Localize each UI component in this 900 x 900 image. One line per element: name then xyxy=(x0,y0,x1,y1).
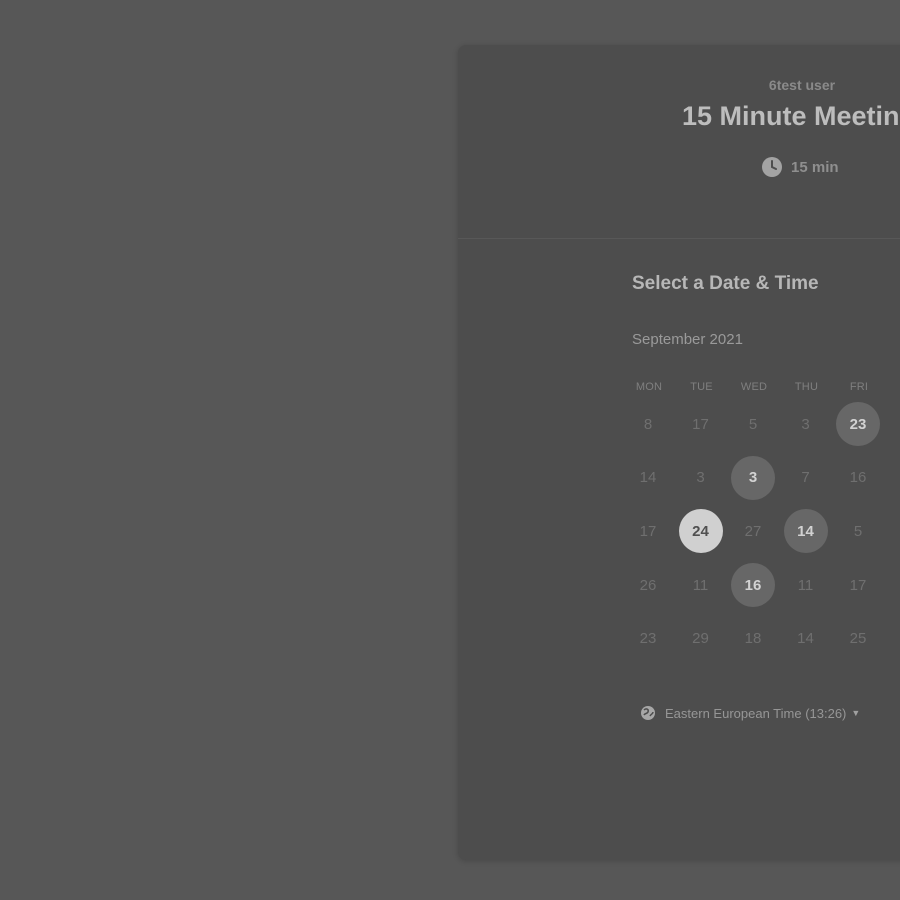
calendar-day: 8 xyxy=(643,415,653,433)
weekday-2: WED xyxy=(740,381,768,393)
event-owner: 6test user xyxy=(768,77,836,93)
calendar-day: 3 xyxy=(801,415,810,433)
globe-icon xyxy=(640,705,656,721)
calendar-day: 7 xyxy=(801,469,810,487)
calendar-day: 5 xyxy=(853,522,863,540)
calendar-day[interactable]: 23 xyxy=(836,402,880,446)
calendar-day: 14 xyxy=(639,469,657,487)
caret-down-icon[interactable]: ▼ xyxy=(851,708,860,718)
calendar-day: 11 xyxy=(797,576,814,594)
calendar-day: 3 xyxy=(696,469,705,487)
calendar-day: 23 xyxy=(639,630,657,648)
weekday-0: MON xyxy=(635,381,663,393)
clock-icon xyxy=(761,156,783,178)
weekday-1: TUE xyxy=(690,381,713,393)
calendar-day: 27 xyxy=(744,522,762,540)
calendar-day: 17 xyxy=(849,576,867,594)
booking-page: 6test user 15 Minute Meetin 15 min Selec… xyxy=(0,0,900,900)
calendar-day: 25 xyxy=(849,630,867,648)
event-duration: 15 min xyxy=(761,156,839,178)
timezone-selector[interactable]: Eastern European Time (13:26) ▼ xyxy=(640,705,860,721)
booking-card: 6test user 15 Minute Meetin 15 min Selec… xyxy=(458,45,900,860)
select-date-title: Select a Date & Time xyxy=(632,273,819,294)
calendar-day: 5 xyxy=(748,415,758,433)
calendar-day: 16 xyxy=(849,469,867,487)
month-label: September 2021 xyxy=(632,331,743,348)
calendar-day: 14 xyxy=(797,630,814,648)
calendar-day[interactable]: 14 xyxy=(783,509,828,554)
event-title: 15 Minute Meetin xyxy=(682,101,900,131)
timezone-label: Eastern European Time (13:26) xyxy=(665,705,847,721)
event-header: 6test user 15 Minute Meetin 15 min xyxy=(458,45,900,239)
calendar-day: 17 xyxy=(639,522,657,540)
calendar-grid: 8 17 5 3 23 14 3 3 7 16 17 24 27 14 5 26 11 16 11 17 23 29 18 1… xyxy=(622,402,900,672)
calendar-day: 18 xyxy=(744,630,762,648)
weekday-header: MON TUE WED THU FRI S xyxy=(622,381,900,397)
calendar-day: 17 xyxy=(692,415,709,433)
calendar-day: 29 xyxy=(692,630,709,648)
calendar-day[interactable]: 3 xyxy=(731,455,775,500)
duration-label: 15 min xyxy=(791,158,839,176)
weekday-3: THU xyxy=(794,381,819,393)
calendar-day: 26 xyxy=(639,576,657,594)
calendar-day[interactable]: 24 xyxy=(678,509,723,554)
calendar-day: 11 xyxy=(692,576,709,594)
calendar-day[interactable]: 16 xyxy=(731,563,775,608)
weekday-4: FRI xyxy=(849,381,869,393)
weekday-5: S xyxy=(885,381,900,393)
